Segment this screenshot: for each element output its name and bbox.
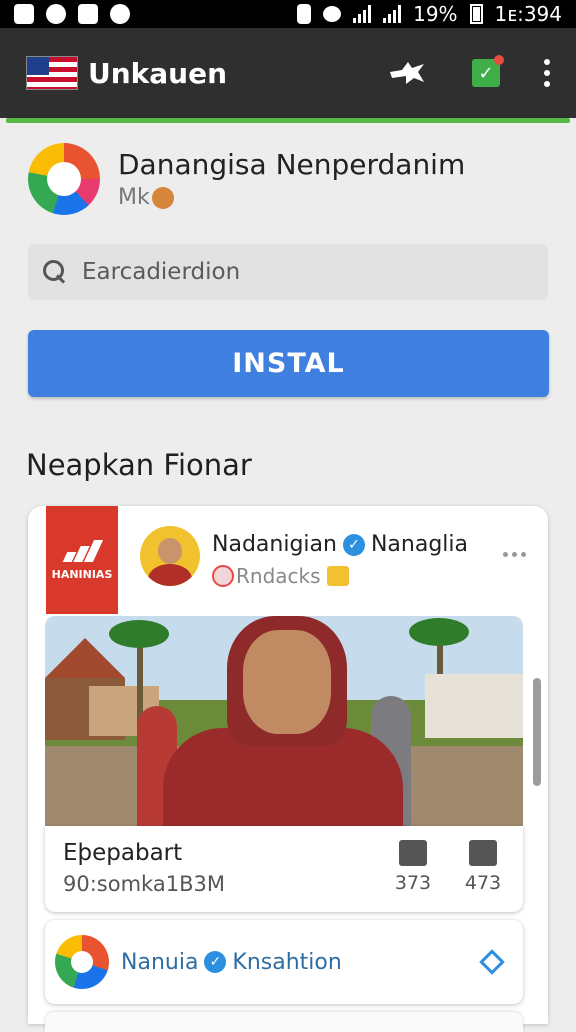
app-developer: Mk: [118, 185, 465, 210]
share-icon: [399, 840, 427, 866]
wifi-icon: [323, 6, 342, 22]
post-author-sub-text: Rndacks: [236, 564, 321, 588]
post-title: Eþepabart: [63, 840, 183, 866]
app-header: Danangisa Nenperdanim Mk: [28, 143, 465, 215]
post-card: HANINIAS Nadanigian ✓ Nanaglia Rndacks E…: [28, 506, 548, 1032]
search-placeholder: Earcadierdion: [82, 259, 241, 285]
overflow-menu-icon[interactable]: [544, 59, 550, 87]
clock: 1ᴇ:394: [494, 2, 562, 26]
related-app-logo-icon: [55, 935, 109, 989]
related-item[interactable]: Nanuia ✓ Knsahtion: [45, 920, 523, 1004]
record-icon: [212, 565, 234, 587]
app-bar-title: Unkauen: [88, 56, 228, 90]
related-name-a: Nanuia: [121, 949, 199, 975]
roof-shape: [45, 638, 125, 678]
signal-icon: [353, 5, 372, 23]
install-button[interactable]: INSTAL: [28, 330, 549, 397]
search-input[interactable]: Earcadierdion: [28, 244, 548, 300]
app-name: Danangisa Nenperdanim: [118, 148, 466, 181]
signal-2-icon: [383, 5, 402, 23]
post-author[interactable]: Nadanigian ✓ Nanaglia: [212, 532, 468, 557]
mail-icon: [14, 4, 34, 24]
camera-icon: [110, 4, 130, 24]
post-image[interactable]: [45, 616, 523, 826]
more-options-icon[interactable]: [503, 552, 526, 557]
share-stat[interactable]: 373: [391, 840, 435, 894]
brand-stripes-icon: [62, 539, 104, 562]
bird-icon[interactable]: [388, 58, 428, 88]
section-title: Neapkan Fionar: [26, 448, 252, 482]
developer-badge-icon: [151, 186, 174, 209]
search-icon: [42, 259, 68, 285]
diamond-icon[interactable]: [479, 949, 505, 975]
status-bar: 19% 1ᴇ:394: [0, 0, 576, 28]
flask-icon: [78, 4, 98, 24]
post-author-sub: Rndacks: [212, 564, 349, 588]
app-bar: Unkauen ✓: [0, 28, 576, 118]
tag-icon: [326, 566, 349, 586]
camera-save-icon: [469, 840, 497, 866]
brand-name: HANINIAS: [51, 567, 113, 581]
related-name-b: Knsahtion: [232, 949, 342, 975]
related-app-name: Nanuia ✓ Knsahtion: [121, 950, 342, 975]
progress-bar: [6, 118, 570, 123]
palm-leaves: [109, 620, 169, 648]
next-card[interactable]: [45, 1012, 523, 1032]
palm-leaves-2: [409, 618, 469, 646]
post-subtitle: 90:somka1B3M: [63, 872, 225, 896]
shield-check-icon[interactable]: ✓: [472, 55, 504, 87]
battery-icon: [469, 4, 483, 24]
post-author-name-b: Nanaglia: [370, 532, 468, 557]
post-subject: [163, 616, 403, 826]
share-count: 373: [394, 872, 432, 894]
brand-logo[interactable]: HANINIAS: [46, 506, 118, 614]
house-shape-3: [425, 674, 523, 738]
us-flag-icon[interactable]: [26, 56, 78, 90]
scrollbar[interactable]: [533, 678, 541, 786]
battery-percent: 19%: [413, 2, 458, 26]
verified-icon: ✓: [342, 533, 365, 556]
avatar[interactable]: [140, 526, 200, 586]
compass-icon: [46, 4, 66, 24]
app-developer-text: Mk: [118, 185, 150, 210]
vibrate-icon: [297, 4, 312, 24]
save-stat[interactable]: 473: [461, 840, 505, 894]
post-info: Eþepabart 90:somka1B3M 373 473: [45, 826, 523, 912]
app-logo-icon: [28, 143, 100, 215]
notification-dot: [494, 55, 504, 65]
related-verified-icon: ✓: [204, 951, 227, 973]
post-author-name-a: Nadanigian: [212, 532, 337, 557]
save-count: 473: [464, 872, 502, 894]
